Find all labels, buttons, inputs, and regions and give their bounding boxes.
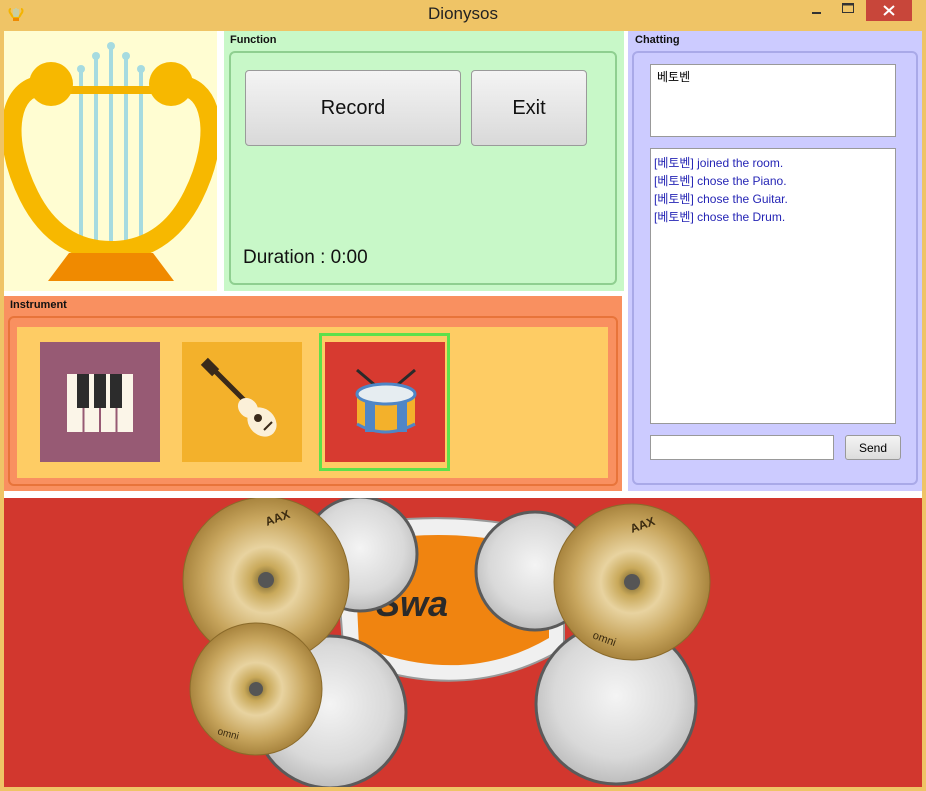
function-group-label: Function bbox=[230, 34, 277, 46]
user-list[interactable]: 베토벤 bbox=[650, 64, 896, 137]
maximize-icon bbox=[842, 3, 854, 13]
minimize-icon bbox=[812, 12, 821, 14]
chat-message: [베토벤] chose the Piano. bbox=[654, 174, 787, 188]
ride-cymbal-right[interactable]: AAX omni bbox=[553, 503, 711, 661]
record-button[interactable]: Record bbox=[245, 70, 461, 146]
close-button[interactable] bbox=[866, 0, 912, 21]
exit-button[interactable]: Exit bbox=[471, 70, 587, 146]
chat-message: [베토벤] chose the Guitar. bbox=[654, 192, 788, 206]
guitar-icon bbox=[200, 357, 277, 437]
drum-tile[interactable] bbox=[325, 342, 445, 462]
piano-icon bbox=[67, 374, 133, 432]
chat-message-input[interactable] bbox=[650, 435, 834, 460]
duration-label: Duration : 0:00 bbox=[243, 247, 368, 268]
hihat-cymbal[interactable]: omni bbox=[189, 622, 323, 756]
chat-log[interactable]: [베토벤] joined the room. [베토벤] chose the P… bbox=[650, 148, 896, 424]
lyre-logo-icon bbox=[4, 42, 217, 281]
maximize-button[interactable] bbox=[834, 0, 862, 21]
chat-message: [베토벤] joined the room. bbox=[654, 156, 784, 170]
piano-tile[interactable] bbox=[40, 342, 160, 462]
guitar-tile[interactable] bbox=[182, 342, 302, 462]
drum-kit: Swa AAX omni omni AAX omni bbox=[182, 498, 711, 787]
chat-message: [베토벤] chose the Drum. bbox=[654, 210, 786, 224]
logo-panel bbox=[4, 31, 217, 291]
close-icon bbox=[883, 5, 895, 16]
window-title: Dionysos bbox=[428, 4, 498, 23]
title-bar: Dionysos bbox=[0, 0, 926, 30]
instrument-group-label: Instrument bbox=[10, 299, 67, 311]
send-button[interactable]: Send bbox=[845, 435, 901, 460]
minimize-button[interactable] bbox=[803, 0, 830, 21]
drum-kit-stage: Swa AAX omni omni AAX omni bbox=[4, 498, 922, 787]
user-list-item: 베토벤 bbox=[657, 70, 691, 84]
chat-group-label: Chatting bbox=[635, 34, 680, 46]
drum-icon bbox=[355, 368, 417, 434]
